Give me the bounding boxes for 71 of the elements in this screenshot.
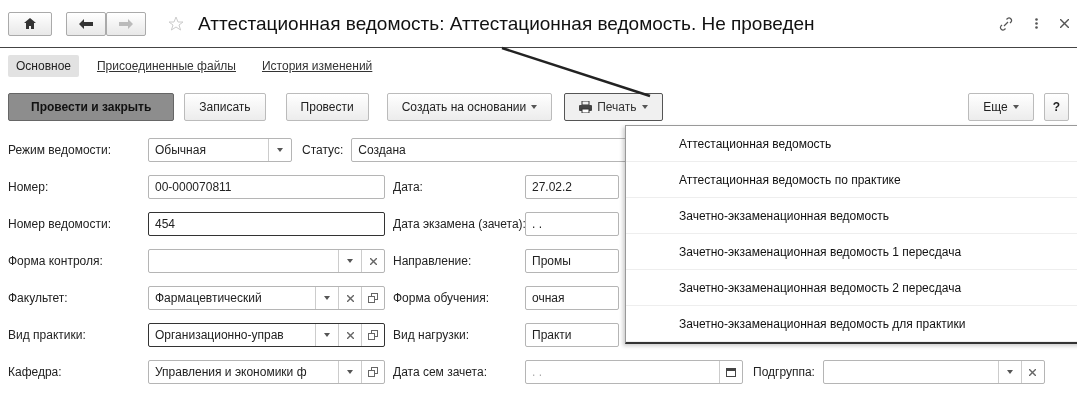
caret-icon [531,105,538,109]
input-field[interactable]: Фармацевтический [148,286,385,310]
menu-item[interactable]: Зачетно-экзаменационная ведомость 1 пересдача [626,234,1077,270]
star-icon[interactable] [168,15,184,32]
back-arrow-icon [79,18,93,29]
menu-item[interactable]: Аттестационная ведомость по практике [626,162,1077,198]
field-label: Вид практики: [8,328,87,342]
caret-icon [277,148,283,152]
field-label: Номер: [8,180,50,194]
input-field[interactable]: Промы [525,249,619,273]
toolbar-button[interactable]: Записать [184,93,266,121]
input-field[interactable]: очная [525,286,619,310]
caret-icon [641,105,648,109]
caret-icon [1012,105,1019,109]
input-field[interactable]: 454 [148,212,385,236]
field-label: Дата сем зачета: [393,365,488,379]
menu-button[interactable]: Создать на основании [386,93,553,121]
menu-item[interactable]: Зачетно-экзаменационная ведомость [626,198,1077,234]
input-field[interactable] [148,249,385,273]
field-label: Форма обучения: [393,291,491,305]
field-label: Подгруппа: [753,365,815,379]
input-field[interactable]: Управления и экономики ф [148,360,385,384]
menu-button[interactable]: Еще [968,93,1034,121]
field-label: Форма контроля: [8,254,104,268]
calendar-icon [726,367,736,377]
home-icon [24,18,36,29]
windows-icon [368,293,378,303]
input-field[interactable]: Практи [525,323,619,347]
input-field[interactable]: 27.02.2 [525,175,619,199]
forward-arrow-icon [119,18,133,29]
tab[interactable]: История изменений [254,55,381,77]
window-title: Аттестационная ведомость: Аттестационная ведомость. Не проведен [198,12,816,35]
link-icon[interactable] [999,16,1013,31]
help-button[interactable]: ? [1043,93,1069,121]
tab[interactable]: Присоединенные файлы [89,55,244,77]
tab[interactable]: Основное [8,55,79,77]
field-label: Режим ведомости: [8,143,113,157]
back-button[interactable] [66,11,106,36]
close-icon [1029,368,1037,376]
menu-item[interactable]: Зачетно-экзаменационная ведомость 2 пересдача [626,270,1077,306]
windows-icon [368,330,378,340]
menu-item[interactable]: Зачетно-экзаменационная ведомость для практики [626,306,1077,342]
input-field[interactable]: Организационно-управ [148,323,385,347]
toolbar-button[interactable]: Провести [285,93,369,121]
field-label: Дата: [393,180,424,194]
toolbar-button[interactable]: Провести и закрыть [8,93,175,121]
input-field[interactable]: 00-000070811 [148,175,385,199]
input-field[interactable]: . . [525,212,619,236]
field-label: Факультет: [8,291,69,305]
caret-icon [347,370,353,374]
print-button[interactable]: Печать [564,93,663,121]
caret-icon [347,259,353,263]
caret-icon [324,333,330,337]
field-label: Направление: [393,254,473,268]
home-button[interactable] [8,11,52,36]
caret-icon [324,296,330,300]
field-label: Кафедра: [8,365,63,379]
caret-icon [1006,370,1013,374]
close-icon [346,294,354,302]
field-label: Статус: [302,143,344,157]
printer-icon [579,101,593,113]
more-icon[interactable] [1035,18,1038,29]
input-field[interactable] [822,360,1045,384]
close-icon[interactable] [1060,19,1069,28]
field-label: Номер ведомости: [8,217,113,231]
field-label: Дата экзамена (зачета): [393,217,525,231]
windows-icon [368,367,378,377]
close-icon [346,331,354,339]
field-label: Вид нагрузки: [393,328,471,342]
input-field[interactable]: Обычная [148,138,292,162]
close-icon [369,257,377,265]
